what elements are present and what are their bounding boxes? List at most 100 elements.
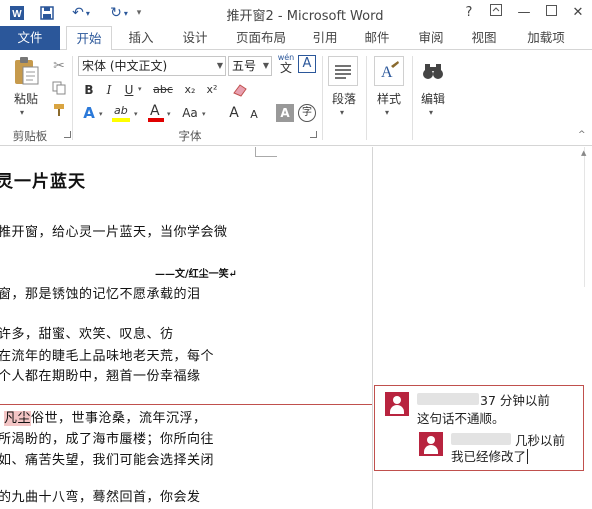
clear-formatting-icon[interactable]	[230, 80, 250, 100]
tab-page-layout[interactable]: 页面布局	[230, 26, 292, 50]
styles-icon[interactable]: A	[374, 56, 404, 86]
reply-text[interactable]: 我已经修改了	[451, 446, 529, 465]
commented-text[interactable]: 凡尘	[4, 411, 32, 426]
group-divider	[412, 56, 413, 140]
shrink-font-button[interactable]: A	[246, 106, 262, 124]
font-name-dropdown[interactable]: 宋体 (中文正文) ▼	[78, 56, 226, 76]
styles-label[interactable]: 样式	[370, 90, 408, 107]
tab-insert[interactable]: 插入	[120, 26, 162, 50]
scrollbar[interactable]	[584, 147, 592, 287]
page-corner-mark	[255, 147, 277, 157]
highlight-dropdown-icon[interactable]: ▾	[134, 110, 138, 118]
paragraph-label[interactable]: 段落	[326, 90, 362, 107]
italic-button[interactable]: I	[100, 81, 118, 99]
paste-label[interactable]: 粘贴	[8, 90, 44, 107]
underline-button[interactable]: U	[120, 81, 138, 99]
strikethrough-button[interactable]: abc	[150, 81, 176, 99]
doc-line-1: 推开窗，给心灵一片蓝天，当你学会微	[0, 225, 228, 240]
doc-line-9: 的九曲十八弯，蓦然回首，你会发	[0, 490, 201, 505]
enclose-characters-button[interactable]: 字	[298, 104, 316, 122]
chevron-down-icon: ▼	[216, 61, 223, 70]
bold-button[interactable]: B	[80, 81, 98, 99]
avatar	[419, 432, 443, 456]
cut-icon[interactable]: ✂	[50, 58, 68, 74]
highlight-button[interactable]: ab	[110, 104, 134, 122]
ribbon-home: 粘贴 ▾ ✂ 剪贴板 宋体 (中文正文) ▼ 五号 ▼ wén 文 A B I …	[0, 50, 592, 146]
author-text: ——文/红尘一笑	[155, 269, 229, 280]
svg-text:W: W	[12, 9, 22, 20]
character-border-button[interactable]: A	[298, 55, 316, 73]
help-button[interactable]: ?	[458, 4, 480, 22]
save-icon[interactable]	[36, 3, 58, 23]
close-icon[interactable]: ✕	[567, 4, 589, 22]
markup-pane: 37 分钟以前 这句话不通顺。 几秒以前 我已经修改了	[374, 147, 592, 509]
phonetic-guide-button[interactable]: wén 文	[276, 53, 296, 75]
copy-icon[interactable]	[50, 80, 68, 96]
redacted-reply-author	[451, 433, 511, 445]
editing-dropdown-icon[interactable]: ▾	[429, 108, 433, 117]
document-heading: 灵一片蓝天	[0, 172, 86, 192]
redo-icon[interactable]: ↻ ▾	[104, 3, 134, 23]
tab-review[interactable]: 审阅	[411, 26, 451, 50]
change-case-dropdown-icon[interactable]: ▾	[202, 110, 206, 118]
font-color-swatch	[148, 118, 164, 122]
doc-line-4: 在流年的睫毛上品味地老天荒，每个	[0, 349, 215, 364]
word-logo-icon[interactable]: W	[6, 3, 28, 23]
tab-references[interactable]: 引用	[305, 26, 345, 50]
text-effects-button[interactable]: A	[80, 104, 98, 122]
subscript-button[interactable]: x₂	[180, 81, 200, 99]
chevron-down-icon: ▼	[262, 61, 269, 70]
font-size-dropdown[interactable]: 五号 ▼	[228, 56, 272, 76]
format-painter-icon[interactable]	[50, 102, 68, 118]
tab-addins[interactable]: 加载项	[518, 26, 574, 50]
comment-time: 37 分钟以前	[480, 393, 550, 408]
font-color-dropdown-icon[interactable]: ▾	[167, 110, 171, 118]
customize-qat-icon[interactable]: ▾	[132, 3, 146, 23]
scroll-up-icon[interactable]: ▲	[581, 149, 586, 157]
paste-icon[interactable]	[10, 56, 42, 86]
highlight-label: ab	[114, 104, 128, 117]
grow-font-button[interactable]: A	[226, 104, 242, 122]
clipboard-launcher-icon[interactable]	[64, 131, 71, 138]
author-line: ——文/红尘一笑↵	[155, 265, 237, 280]
tab-view[interactable]: 视图	[464, 26, 504, 50]
ribbon-display-options-icon[interactable]	[485, 4, 507, 22]
redacted-author-name	[417, 393, 479, 405]
paste-dropdown-icon[interactable]: ▾	[20, 108, 24, 117]
font-size-value: 五号	[232, 59, 257, 73]
doc-line-6-rest: 俗世，世事沧桑，流年沉浮，	[31, 411, 207, 426]
collapse-ribbon-icon[interactable]: ^	[578, 130, 586, 140]
tab-file[interactable]: 文件	[0, 26, 60, 50]
tab-home[interactable]: 开始	[66, 26, 112, 51]
text-effects-dropdown-icon[interactable]: ▾	[99, 110, 103, 118]
superscript-button[interactable]: x²	[202, 81, 222, 99]
styles-dropdown-icon[interactable]: ▾	[385, 108, 389, 117]
group-divider	[72, 56, 73, 140]
document-area: 灵一片蓝天 推开窗，给心灵一片蓝天，当你学会微 ——文/红尘一笑↵ 窗，那是锈蚀…	[0, 147, 592, 509]
font-color-label: A	[150, 103, 160, 119]
doc-line-7: 所渴盼的，成了海市蜃楼；你所向往	[0, 432, 215, 447]
group-divider	[366, 56, 367, 140]
ribbon-tabs: 文件 开始 插入 设计 页面布局 引用 邮件 审阅 视图 加载项	[0, 26, 592, 51]
tab-mailings[interactable]: 邮件	[357, 26, 397, 50]
tab-design[interactable]: 设计	[174, 26, 216, 50]
underline-dropdown-icon[interactable]: ▾	[138, 85, 142, 93]
character-shading-button[interactable]: A	[276, 104, 294, 122]
comment-balloon[interactable]: 37 分钟以前 这句话不通顺。 几秒以前 我已经修改了	[374, 385, 584, 471]
doc-line-6: 凡尘俗世，世事沧桑，流年沉浮，	[4, 407, 207, 426]
doc-line-8: 如、痛苦失望，我们可能会选择关闭	[0, 453, 215, 468]
paragraph-icon[interactable]	[328, 56, 358, 86]
paragraph-dropdown-icon[interactable]: ▾	[340, 108, 344, 117]
change-case-button[interactable]: Aa	[178, 104, 202, 122]
font-color-button[interactable]: A	[146, 103, 166, 122]
svg-text:A: A	[381, 64, 393, 81]
binoculars-icon[interactable]	[418, 56, 448, 86]
comment-text[interactable]: 这句话不通顺。	[417, 408, 505, 427]
font-launcher-icon[interactable]	[310, 131, 317, 138]
document-page[interactable]: 灵一片蓝天 推开窗，给心灵一片蓝天，当你学会微 ——文/红尘一笑↵ 窗，那是锈蚀…	[0, 147, 373, 509]
maximize-icon[interactable]	[540, 4, 562, 22]
undo-icon[interactable]: ↶ ▾	[64, 3, 98, 23]
phonetic-char: 文	[279, 61, 292, 75]
minimize-icon[interactable]: —	[513, 4, 535, 22]
editing-label[interactable]: 编辑	[414, 90, 452, 107]
